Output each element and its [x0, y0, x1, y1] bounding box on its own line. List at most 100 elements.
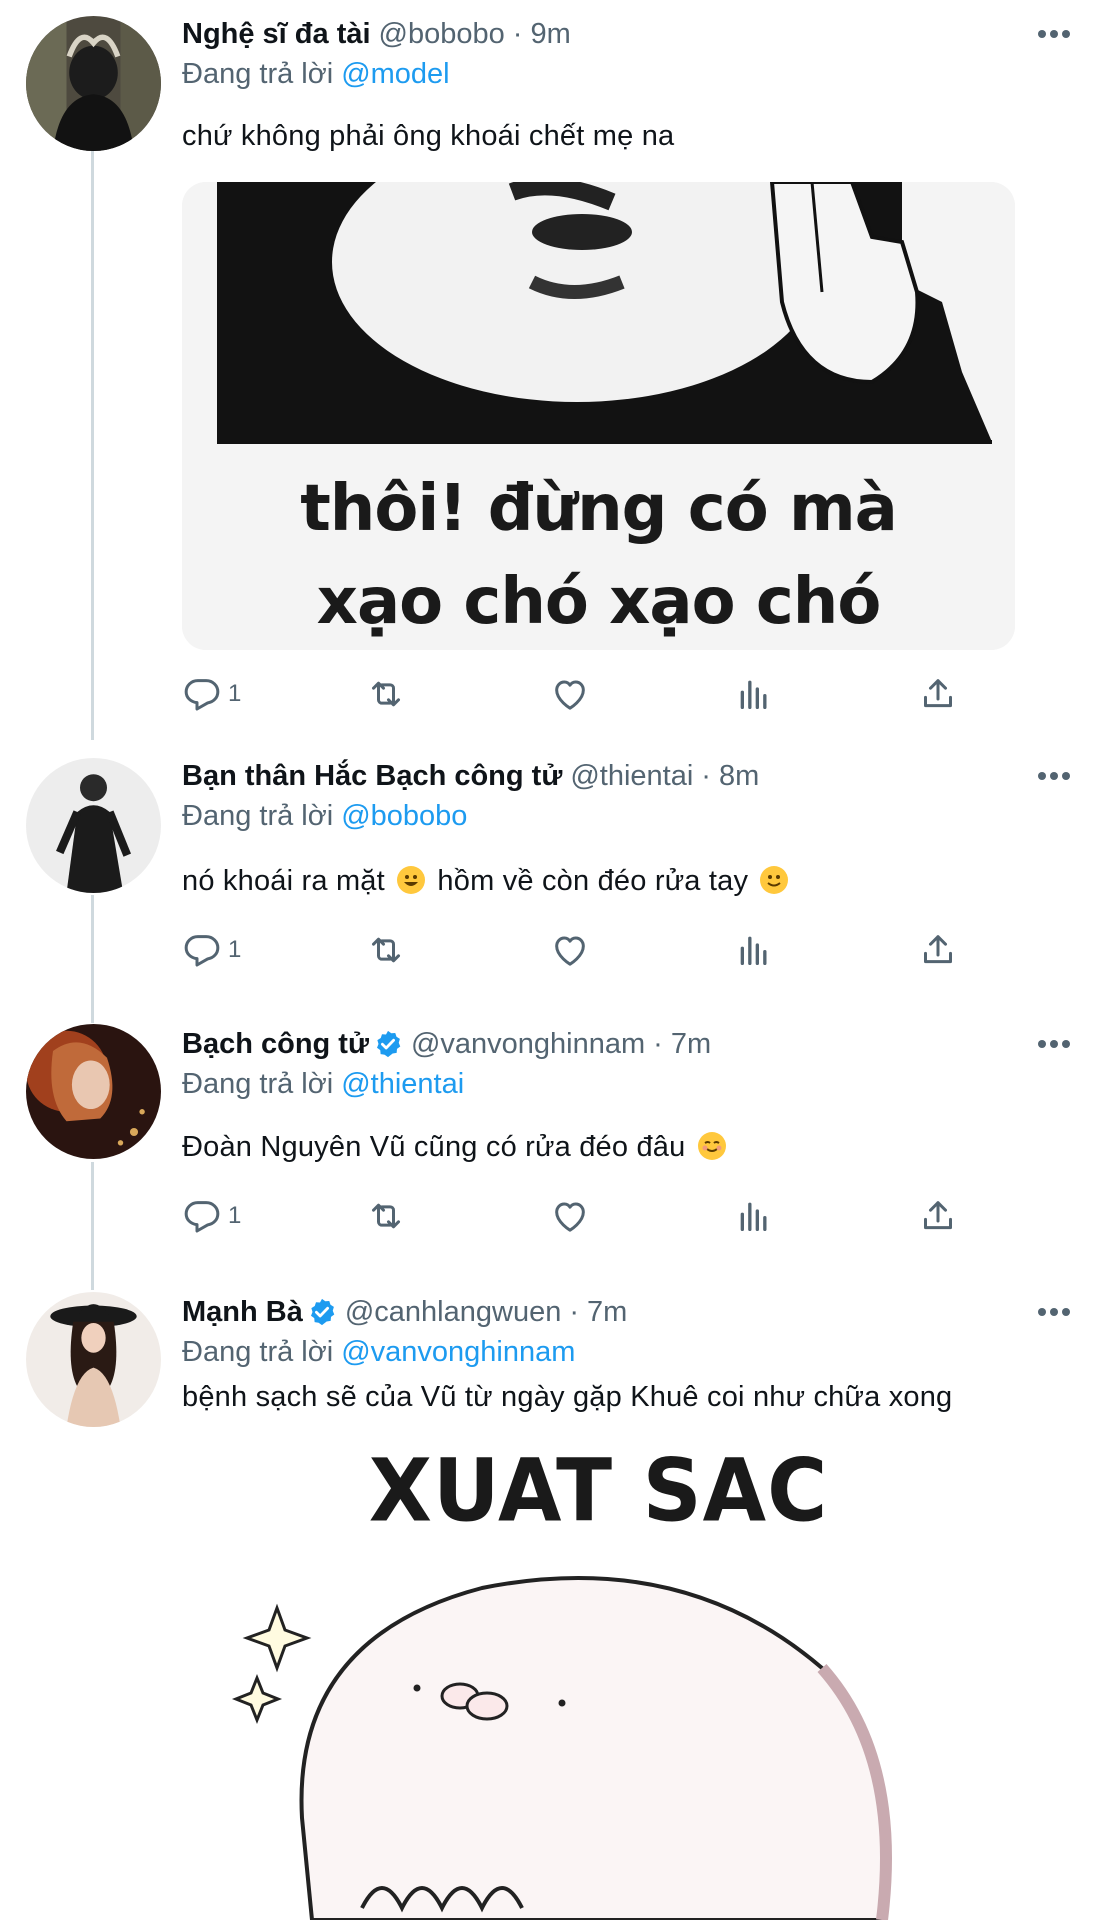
- replying-to-mention[interactable]: @model: [341, 58, 449, 90]
- retweet-icon: [372, 1203, 400, 1229]
- replying-to: Đang trả lời @thientai: [182, 1066, 464, 1102]
- tweet[interactable]: Bạn thân Hắc Bạch công tử @thientai · 8m…: [0, 752, 1112, 1002]
- user-handle[interactable]: @thientai: [570, 758, 693, 794]
- verified-badge-icon: [376, 1030, 401, 1058]
- separator-dot: ·: [653, 1028, 663, 1060]
- avatar-image: [26, 1024, 161, 1159]
- user-handle[interactable]: @canhlangwuen: [345, 1294, 561, 1330]
- reply-count: 1: [228, 1202, 242, 1229]
- display-name[interactable]: Mạnh Bà: [182, 1294, 303, 1330]
- views-button[interactable]: [734, 672, 774, 716]
- share-button[interactable]: [918, 928, 958, 972]
- tweet[interactable]: Nghệ sĩ đa tài @bobobo · 9m Đang trả lời…: [0, 10, 1112, 740]
- views-button[interactable]: [734, 928, 774, 972]
- separator-dot: ·: [701, 760, 711, 792]
- replying-label: Đang trả lời: [182, 800, 334, 832]
- display-name[interactable]: Bạn thân Hắc Bạch công tử: [182, 758, 562, 794]
- timestamp[interactable]: 9m: [530, 16, 570, 52]
- grinning-emoji-icon: [397, 866, 426, 894]
- heart-icon: [555, 1202, 585, 1232]
- timestamp[interactable]: 7m: [671, 1026, 711, 1062]
- heart-icon: [555, 680, 585, 710]
- more-options-button[interactable]: [1034, 1026, 1074, 1062]
- reply-icon: [184, 935, 220, 967]
- reply-button[interactable]: 1: [182, 1194, 241, 1238]
- views-button[interactable]: [734, 1194, 774, 1238]
- meme-caption-line-1: thôi! đừng có mà: [300, 472, 898, 546]
- share-icon: [924, 1201, 952, 1230]
- retweet-button[interactable]: [366, 672, 406, 716]
- timestamp[interactable]: 8m: [719, 758, 759, 794]
- replying-label: Đang trả lời: [182, 1068, 334, 1100]
- retweet-icon: [372, 681, 400, 707]
- tweet[interactable]: Mạnh Bà @canhlangwuen · 7m Đang trả lời @…: [0, 1288, 1112, 1920]
- replying-label: Đang trả lời: [182, 58, 334, 90]
- share-icon: [924, 935, 952, 964]
- more-horizontal-icon: [1038, 30, 1070, 38]
- tweet-header: Bạn thân Hắc Bạch công tử @thientai · 8m: [182, 758, 759, 794]
- retweet-button[interactable]: [366, 928, 406, 972]
- tweet-text-part: Đoàn Nguyên Vũ cũng có rửa đéo đâu: [182, 1131, 686, 1163]
- meme-image: [231, 1576, 892, 1920]
- replying-to: Đang trả lời @vanvonghinnam: [182, 1334, 575, 1370]
- more-horizontal-icon: [1038, 1040, 1070, 1048]
- more-options-button[interactable]: [1034, 16, 1074, 52]
- avatar-image: [26, 758, 161, 893]
- analytics-icon: [740, 680, 767, 709]
- tweet-media[interactable]: XUAT SAC: [182, 1438, 1015, 1920]
- tweet-text-part: nó khoái ra mặt: [182, 865, 385, 897]
- replying-label: Đang trả lời: [182, 1336, 334, 1368]
- tweet-text: bệnh sạch sẽ của Vũ từ ngày gặp Khuê coi…: [182, 1381, 953, 1413]
- replying-to: Đang trả lời @model: [182, 56, 450, 92]
- tweet-header: Bạch công tử @vanvonghinnam · 7m: [182, 1026, 711, 1062]
- verified-badge-icon: [310, 1298, 335, 1326]
- replying-to-mention[interactable]: @bobobo: [341, 800, 467, 832]
- display-name[interactable]: Bạch công tử: [182, 1026, 369, 1062]
- reply-icon: [184, 1201, 220, 1233]
- analytics-icon: [740, 936, 767, 965]
- share-button[interactable]: [918, 1194, 958, 1238]
- slight-smile-emoji-icon: [760, 866, 789, 894]
- reply-count: 1: [228, 936, 242, 963]
- like-button[interactable]: [550, 672, 590, 716]
- avatar[interactable]: [26, 16, 161, 151]
- replying-to: Đang trả lời @bobobo: [182, 798, 467, 834]
- display-name[interactable]: Nghệ sĩ đa tài: [182, 16, 371, 52]
- share-button[interactable]: [918, 672, 958, 716]
- heart-icon: [555, 936, 585, 966]
- user-handle[interactable]: @vanvonghinnam: [411, 1026, 645, 1062]
- timestamp[interactable]: 7m: [587, 1294, 627, 1330]
- more-options-button[interactable]: [1034, 758, 1074, 794]
- avatar-image: [26, 1292, 161, 1427]
- relieved-emoji-icon: [697, 1132, 726, 1160]
- separator-dot: ·: [512, 18, 523, 50]
- tweet-text: Đoàn Nguyên Vũ cũng có rửa đéo đâu: [182, 1128, 730, 1166]
- separator-dot: ·: [569, 1296, 579, 1328]
- reply-button[interactable]: 1: [182, 672, 241, 716]
- more-options-button[interactable]: [1034, 1294, 1074, 1330]
- tweet-actions: 1: [182, 672, 982, 716]
- tweet-text: chứ không phải ông khoái chết mẹ na: [182, 120, 675, 152]
- retweet-button[interactable]: [366, 1194, 406, 1238]
- reply-count: 1: [228, 680, 242, 707]
- tweet[interactable]: Bạch công tử @vanvonghinnam · 7m Đang tr…: [0, 1020, 1112, 1270]
- analytics-icon: [740, 1202, 767, 1231]
- like-button[interactable]: [550, 1194, 590, 1238]
- tweet-header: Mạnh Bà @canhlangwuen · 7m: [182, 1294, 627, 1330]
- retweet-icon: [372, 937, 400, 963]
- tweet-text: nó khoái ra mặt hồm về còn đéo rửa tay: [182, 862, 792, 900]
- avatar[interactable]: [26, 1024, 161, 1159]
- like-button[interactable]: [550, 928, 590, 972]
- tweet-text-part: hồm về còn đéo rửa tay: [437, 865, 749, 897]
- reply-button[interactable]: 1: [182, 928, 241, 972]
- user-handle[interactable]: @bobobo: [379, 16, 505, 52]
- share-icon: [924, 679, 952, 708]
- tweet-actions: 1: [182, 1194, 982, 1238]
- avatar[interactable]: [26, 758, 161, 893]
- replying-to-mention[interactable]: @vanvonghinnam: [341, 1336, 575, 1368]
- tweet-media[interactable]: thôi! đừng có mà xạo chó xạo chó: [182, 182, 1015, 650]
- avatar[interactable]: [26, 1292, 161, 1427]
- avatar-image: [26, 16, 161, 151]
- replying-to-mention[interactable]: @thientai: [341, 1068, 464, 1100]
- more-horizontal-icon: [1038, 1308, 1070, 1316]
